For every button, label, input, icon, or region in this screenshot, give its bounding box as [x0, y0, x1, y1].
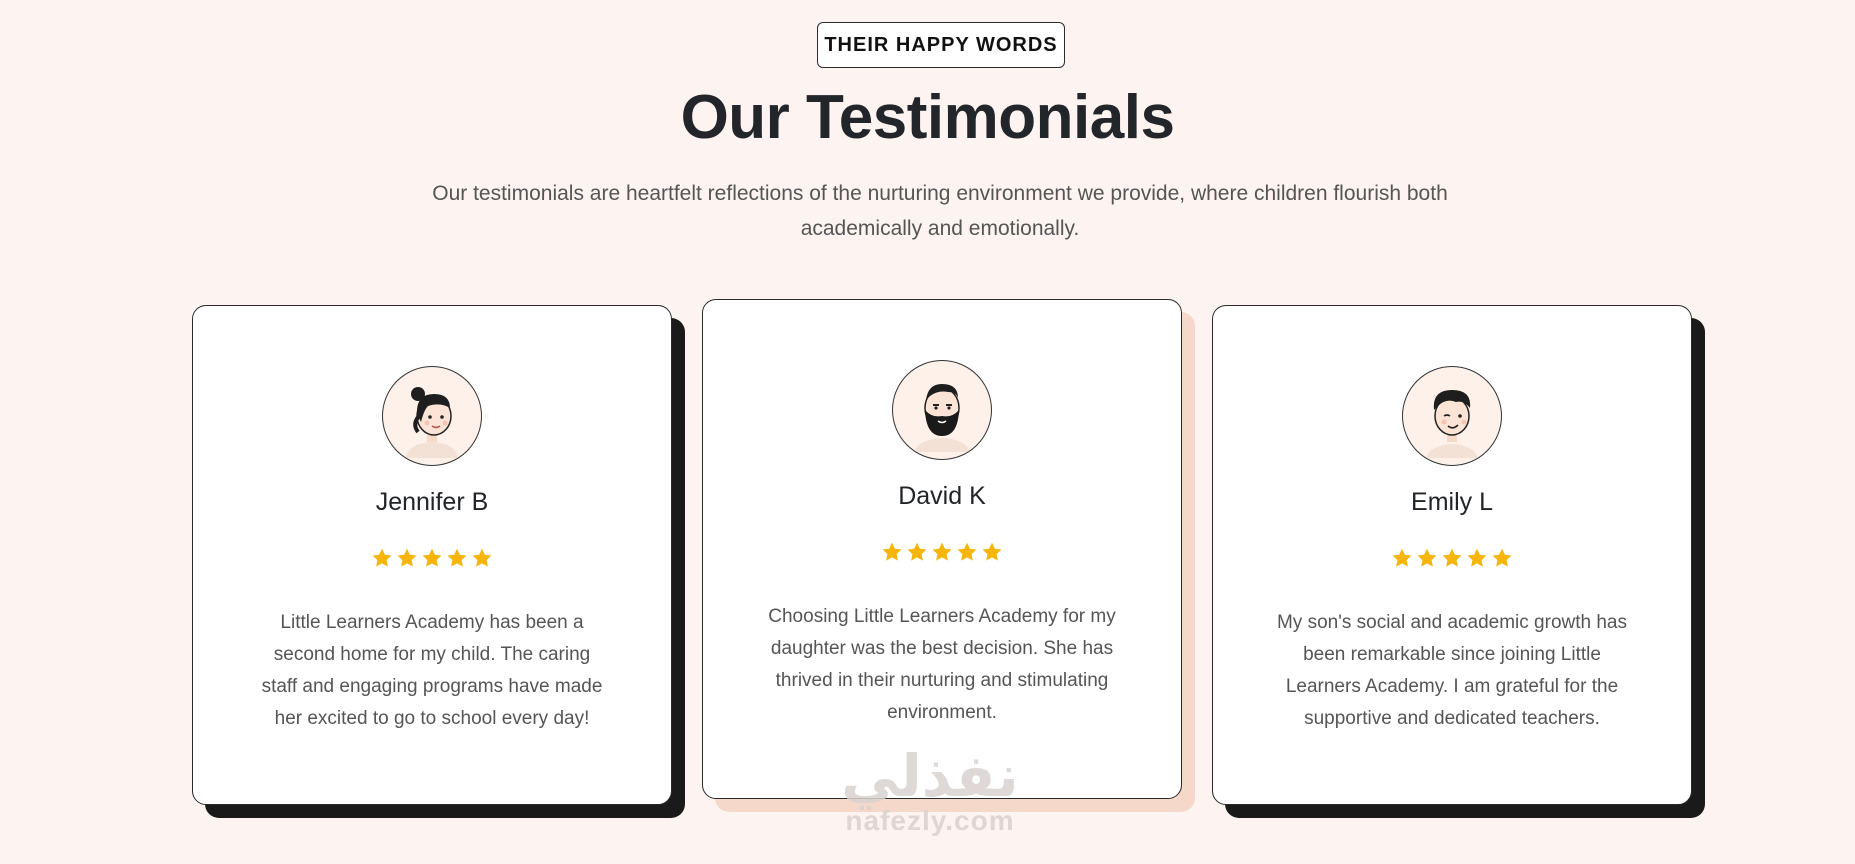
watermark-latin: nafezly.com: [845, 805, 1015, 836]
woman-avatar-icon: [382, 366, 482, 466]
star-icon: [1441, 547, 1463, 569]
star-icon: [981, 541, 1003, 563]
rating-stars: [371, 547, 493, 569]
reviewer-name: Emily L: [1411, 488, 1493, 516]
testimonial-card-body: David K Choosing Little Learners Academy…: [702, 299, 1182, 799]
rating-stars: [881, 541, 1003, 563]
reviewer-name: David K: [898, 482, 986, 510]
quote-line: daughter was the best decision. She has: [770, 638, 1114, 659]
quote-line: environment.: [887, 702, 997, 723]
quote-line: thrived in their nurturing and stimulati…: [775, 670, 1109, 691]
testimonial-card-body: Emily L My son's social and academic gro…: [1212, 305, 1692, 805]
star-icon: [446, 547, 468, 569]
quote-line: been remarkable since joining Little: [1303, 644, 1601, 665]
eyebrow-text: THEIR HAPPY WORDS: [824, 33, 1058, 56]
section-title: Our Testimonials: [680, 83, 1175, 152]
quote-line: staff and engaging programs have made: [261, 676, 603, 697]
rating-stars: [1391, 547, 1513, 569]
testimonial-card-body: Jennifer B Little Learners Academy has b…: [192, 305, 672, 805]
star-icon: [931, 541, 953, 563]
star-icon: [471, 547, 493, 569]
testimonial-card-emily: Emily L My son's social and academic gro…: [1212, 305, 1705, 818]
section-eyebrow-badge: THEIR HAPPY WORDS: [817, 22, 1065, 68]
star-icon: [421, 547, 443, 569]
watermark-logo: نفذلي nafezly.com: [820, 742, 1040, 838]
star-icon: [956, 541, 978, 563]
reviewer-name: Jennifer B: [375, 488, 489, 516]
section-subtitle: Our testimonials are heartfelt reflectio…: [390, 176, 1490, 246]
testimonial-quote: My son's social and academic growth has …: [1272, 607, 1632, 735]
testimonial-card-david: David K Choosing Little Learners Academy…: [702, 299, 1195, 812]
star-icon: [881, 541, 903, 563]
star-icon: [1416, 547, 1438, 569]
star-icon: [1466, 547, 1488, 569]
subtitle-line-2: academically and emotionally.: [800, 217, 1080, 240]
quote-line: My son's social and academic growth has: [1276, 612, 1627, 633]
star-icon: [371, 547, 393, 569]
quote-line: second home for my child. The caring: [273, 644, 591, 665]
testimonial-quote: Little Learners Academy has been a secon…: [252, 607, 612, 735]
quote-line: Little Learners Academy has been a: [280, 612, 584, 633]
subtitle-line-1: Our testimonials are heartfelt reflectio…: [432, 182, 1448, 205]
watermark-arabic: نفذلي: [841, 742, 1019, 810]
young-man-avatar-icon: [1402, 366, 1502, 466]
star-icon: [1491, 547, 1513, 569]
star-icon: [396, 547, 418, 569]
testimonial-card-jennifer: Jennifer B Little Learners Academy has b…: [192, 305, 685, 818]
quote-line: her excited to go to school every day!: [274, 708, 590, 729]
testimonials-section: THEIR HAPPY WORDS Our Testimonials Our t…: [0, 0, 1855, 864]
star-icon: [906, 541, 928, 563]
quote-line: Learners Academy. I am grateful for the: [1285, 676, 1619, 697]
quote-line: Choosing Little Learners Academy for my: [768, 606, 1116, 627]
quote-line: supportive and dedicated teachers.: [1304, 708, 1600, 729]
star-icon: [1391, 547, 1413, 569]
bearded-man-avatar-icon: [892, 360, 992, 460]
testimonial-quote: Choosing Little Learners Academy for my …: [762, 601, 1122, 729]
